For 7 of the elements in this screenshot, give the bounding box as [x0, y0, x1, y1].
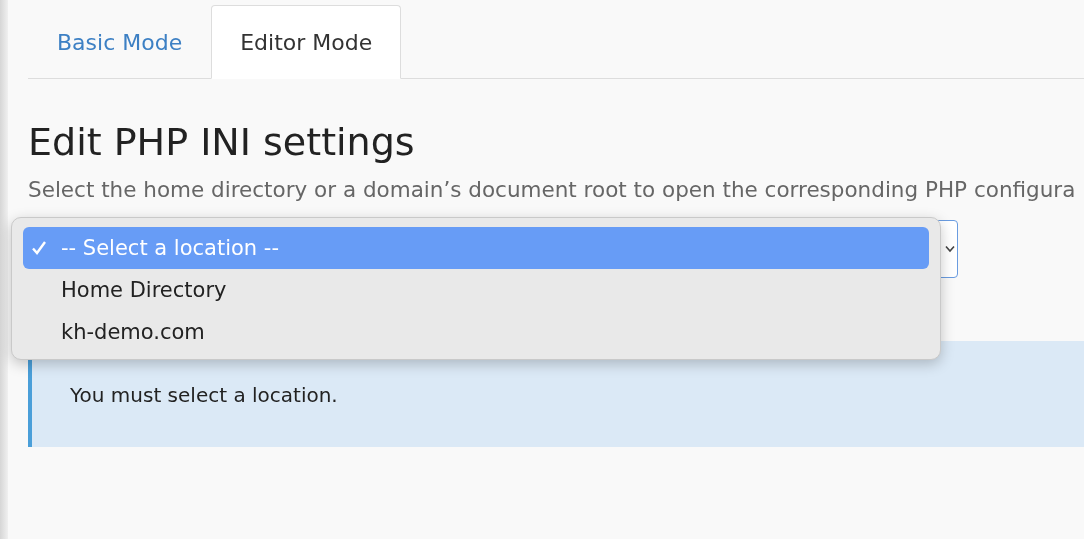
dropdown-option[interactable]: Home Directory [23, 269, 929, 311]
alert-message: You must select a location. [70, 383, 338, 407]
mode-tab[interactable]: Basic Mode [28, 5, 212, 79]
dropdown-option[interactable]: kh-demo.com [23, 311, 929, 353]
description-text: Select the home directory or a domain’s document root to open the corresponding PHP configura [28, 177, 1077, 202]
page-heading: Edit PHP INI settings [28, 119, 416, 166]
mode-tab[interactable]: Editor Mode [211, 5, 402, 79]
